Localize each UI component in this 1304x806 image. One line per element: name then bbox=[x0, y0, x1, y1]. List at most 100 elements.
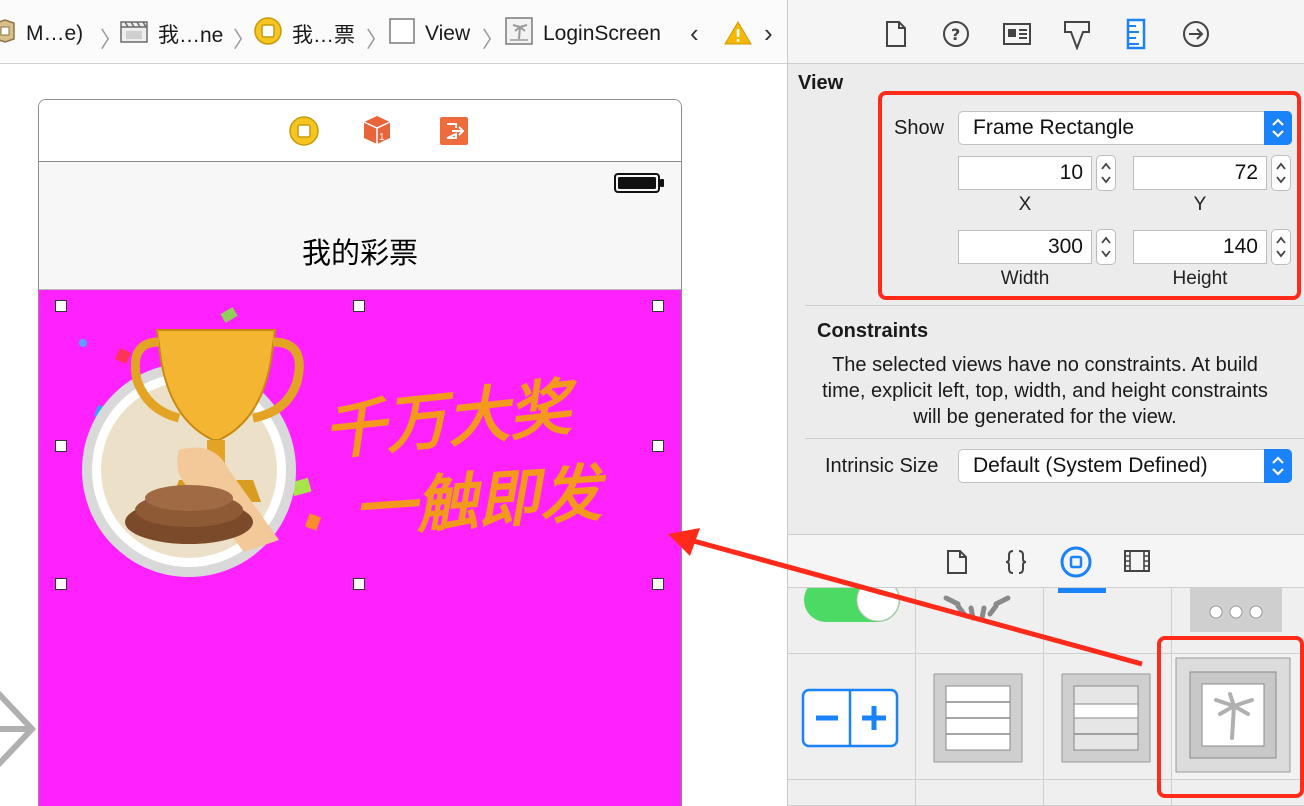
constraints-description: The selected views have no constraints. … bbox=[822, 354, 1268, 428]
table-view-icon bbox=[916, 654, 1043, 785]
view-controller-icon bbox=[254, 17, 282, 51]
library-item-progress-view[interactable] bbox=[1044, 588, 1172, 654]
chevron-right-icon: 〉 bbox=[100, 27, 123, 52]
attributes-inspector-icon[interactable] bbox=[1062, 18, 1092, 55]
divider bbox=[805, 305, 1304, 306]
identity-inspector-icon[interactable] bbox=[1002, 22, 1032, 51]
banner-slogan-line1: 千万大奖 bbox=[320, 369, 584, 469]
breadcrumb-scene[interactable]: 我…票 bbox=[254, 17, 355, 51]
frame-y-stepper[interactable] bbox=[1271, 155, 1291, 191]
object-library-icon[interactable] bbox=[1060, 546, 1092, 583]
scene-frame[interactable]: 1 我的彩票 千万大奖 一触即发 bbox=[38, 99, 682, 806]
resize-handle-bottom[interactable] bbox=[353, 578, 365, 590]
project-icon bbox=[0, 19, 16, 49]
divider bbox=[805, 438, 1304, 439]
constraints-title: Constraints bbox=[817, 320, 929, 342]
svg-text:?: ? bbox=[951, 25, 960, 44]
intrinsic-size-popup[interactable]: Default (System Defined) bbox=[958, 449, 1292, 483]
library-tab-bar bbox=[788, 534, 1304, 588]
library-item-image-view[interactable] bbox=[1172, 654, 1304, 780]
frame-x-stepper[interactable] bbox=[1096, 155, 1116, 191]
resize-handle-bottom-left[interactable] bbox=[55, 578, 67, 590]
chevron-right-icon: 〉 bbox=[233, 27, 256, 52]
intrinsic-size-label: Intrinsic Size bbox=[825, 455, 939, 477]
banner-image[interactable]: 千万大奖 一触即发 bbox=[39, 290, 639, 590]
breadcrumb-label: LoginScreen bbox=[543, 22, 661, 45]
nav-title: 我的彩票 bbox=[301, 238, 418, 270]
resize-handle-top-left[interactable] bbox=[55, 300, 67, 312]
resize-handle-right[interactable] bbox=[652, 440, 664, 452]
library-item[interactable] bbox=[788, 780, 916, 806]
page-control-icon bbox=[1172, 588, 1304, 659]
resize-handle-top[interactable] bbox=[353, 300, 365, 312]
selected-view[interactable]: 千万大奖 一触即发 bbox=[39, 290, 681, 806]
frame-width-label: Width bbox=[1000, 268, 1050, 289]
frame-height-label: Height bbox=[1172, 268, 1228, 289]
object-library-grid bbox=[788, 578, 1304, 806]
view-controller-icon[interactable] bbox=[289, 116, 319, 151]
resize-handle-top-right[interactable] bbox=[652, 300, 664, 312]
first-responder-icon[interactable]: 1 bbox=[362, 114, 392, 151]
library-item[interactable] bbox=[916, 780, 1044, 806]
inspector-panel: ? View Show Frame Rectangle 10 72 X Y 30… bbox=[787, 0, 1304, 806]
quick-help-icon[interactable]: ? bbox=[942, 20, 970, 53]
storyboard-canvas[interactable]: 1 我的彩票 千万大奖 一触即发 bbox=[0, 64, 787, 806]
code-snippet-icon[interactable] bbox=[1004, 549, 1028, 580]
breadcrumb-image-view[interactable]: LoginScreen bbox=[505, 17, 661, 51]
inspector-tab-bar: ? bbox=[788, 0, 1304, 64]
progress-view-icon bbox=[1044, 588, 1171, 659]
media-library-icon[interactable] bbox=[1123, 549, 1151, 578]
file-template-icon[interactable] bbox=[946, 549, 968, 580]
navigation-bar: 我的彩票 bbox=[39, 162, 681, 290]
svg-text:1: 1 bbox=[379, 132, 385, 143]
navigate-forward-icon[interactable]: › bbox=[764, 18, 773, 49]
breadcrumb-project[interactable]: M…e) bbox=[0, 19, 83, 49]
image-view-icon bbox=[1172, 654, 1304, 785]
library-item[interactable] bbox=[1172, 780, 1304, 806]
frame-width-stepper[interactable] bbox=[1096, 229, 1116, 265]
breadcrumb-label: 我…ne bbox=[158, 24, 224, 47]
breadcrumb-storyboard[interactable]: 我…ne bbox=[120, 20, 223, 48]
breadcrumb-label: View bbox=[425, 22, 471, 45]
library-item-switch[interactable] bbox=[788, 578, 916, 654]
stepper-icon bbox=[788, 654, 915, 785]
warning-icon[interactable] bbox=[724, 20, 752, 51]
library-item-table-view[interactable] bbox=[916, 654, 1044, 780]
show-label: Show bbox=[894, 117, 945, 139]
exit-icon[interactable] bbox=[439, 116, 469, 151]
table-view-cell-icon bbox=[1044, 654, 1171, 785]
breadcrumb-label: 我…票 bbox=[292, 24, 355, 47]
banner-slogan-line2: 一触即发 bbox=[351, 456, 610, 547]
frame-width-field[interactable]: 300 bbox=[958, 230, 1092, 264]
library-item-stepper[interactable] bbox=[788, 654, 916, 780]
popup-arrows-icon bbox=[1264, 111, 1292, 145]
library-item-table-view-cell[interactable] bbox=[1044, 654, 1172, 780]
connections-inspector-icon[interactable] bbox=[1182, 20, 1210, 53]
battery-icon bbox=[614, 172, 666, 199]
frame-x-label: X bbox=[1018, 194, 1032, 215]
image-view-icon bbox=[505, 17, 533, 51]
library-item[interactable] bbox=[1044, 780, 1172, 806]
library-item-page-control[interactable] bbox=[1172, 588, 1304, 654]
jump-bar: M…e) 〉 我…ne 〉 我…票 〉 View 〉 LoginScreen ‹… bbox=[0, 0, 787, 64]
storyboard-icon bbox=[120, 19, 148, 49]
library-item-activity-indicator[interactable] bbox=[916, 588, 1044, 654]
size-inspector-icon[interactable] bbox=[1126, 18, 1146, 55]
navigate-back-icon[interactable]: ‹ bbox=[690, 18, 699, 49]
frame-height-stepper[interactable] bbox=[1271, 229, 1291, 265]
show-popup[interactable]: Frame Rectangle bbox=[958, 111, 1292, 145]
chevron-right-icon: 〉 bbox=[366, 27, 389, 52]
breadcrumb-view[interactable]: View bbox=[389, 18, 471, 50]
frame-y-field[interactable]: 72 bbox=[1133, 156, 1267, 190]
resize-handle-left[interactable] bbox=[55, 440, 67, 452]
frame-x-field[interactable]: 10 bbox=[958, 156, 1092, 190]
file-inspector-icon[interactable] bbox=[885, 20, 907, 53]
intrinsic-size-value: Default (System Defined) bbox=[973, 454, 1208, 477]
resize-handle-bottom-right[interactable] bbox=[652, 578, 664, 590]
scene-dock: 1 bbox=[39, 100, 681, 162]
popup-arrows-icon bbox=[1264, 449, 1292, 483]
frame-height-field[interactable]: 140 bbox=[1133, 230, 1267, 264]
switch-icon bbox=[788, 578, 915, 659]
view-icon bbox=[389, 18, 415, 50]
show-popup-value: Frame Rectangle bbox=[973, 116, 1135, 139]
